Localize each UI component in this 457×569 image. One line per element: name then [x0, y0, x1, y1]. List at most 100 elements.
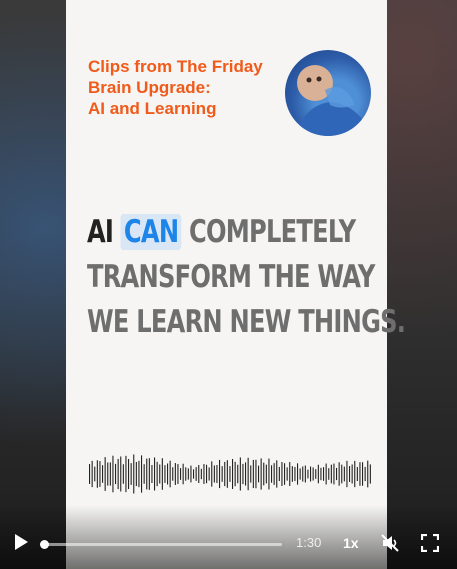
waveform-bar [271, 465, 273, 483]
waveform-bar [294, 466, 296, 482]
waveform-bar [325, 463, 327, 485]
waveform-bar [216, 464, 218, 484]
waveform-bar [109, 462, 111, 486]
waveform-bar [317, 464, 319, 484]
waveform-bar [151, 465, 153, 483]
waveform-bar [234, 461, 236, 487]
caption-line-3: WE LEARN NEW THINGS. [87, 304, 406, 340]
waveform-bar [304, 465, 306, 483]
waveform-bar [330, 464, 332, 484]
waveform-bar [156, 461, 158, 487]
caption-word-highlighted: CAN [120, 214, 182, 250]
waveform-bar [284, 463, 286, 485]
time-display: 1:30 [296, 535, 322, 550]
waveform-bar [364, 466, 366, 482]
waveform-bar [247, 457, 249, 491]
waveform-bar [359, 462, 361, 486]
play-icon[interactable] [12, 533, 30, 551]
waveform-bar [115, 463, 117, 485]
waveform-bar [141, 455, 143, 493]
caption-word: AI [87, 214, 114, 250]
waveform-bar [120, 456, 122, 492]
waveform-bar [104, 457, 106, 491]
waveform-bar [174, 463, 176, 485]
waveform-bar [242, 463, 244, 485]
waveform-bar [219, 459, 221, 489]
waveform-bar [291, 466, 293, 482]
waveform-bar [198, 464, 200, 484]
waveform-bar [245, 462, 247, 486]
waveform-bar [117, 458, 119, 490]
waveform-bar [338, 462, 340, 486]
waveform-bar [138, 460, 140, 488]
caption-word: COMPLETELY [189, 214, 356, 250]
waveform-bar [328, 468, 330, 480]
waveform-bar [169, 460, 171, 488]
waveform-bar [276, 460, 278, 488]
waveform-bar [312, 467, 314, 481]
speaker-avatar [285, 50, 371, 136]
player-controls: 1:30 1x [0, 505, 457, 569]
waveform-bar [185, 467, 187, 481]
waveform-bar [208, 467, 210, 481]
waveform-bar [310, 466, 312, 482]
waveform-bar [146, 458, 148, 490]
mute-icon[interactable] [380, 533, 400, 553]
waveform-bar [94, 466, 96, 482]
waveform-bar [258, 465, 260, 483]
waveform-bar [96, 460, 98, 488]
waveform-bar [182, 463, 184, 485]
waveform-bar [281, 462, 283, 486]
waveform-bar [343, 466, 345, 482]
progress-slider[interactable] [40, 540, 282, 549]
waveform-bar [273, 463, 275, 485]
waveform-bar [289, 462, 291, 486]
waveform-bar [125, 455, 127, 493]
waveform-bar [159, 464, 161, 484]
waveform-bar [143, 464, 145, 484]
waveform-bar [200, 468, 202, 480]
waveform-bar [193, 469, 195, 479]
waveform-bar [333, 463, 335, 485]
waveform-bar [195, 467, 197, 481]
waveform-bar [89, 464, 91, 484]
clip-title-line-3: AI and Learning [88, 99, 217, 118]
caption-line-2: TRANSFORM THE WAY [87, 259, 375, 295]
waveform-bar [315, 469, 317, 479]
waveform-bar [130, 463, 132, 485]
waveform-bar [167, 463, 169, 485]
waveform-bar [307, 469, 309, 479]
waveform-bar [187, 468, 189, 480]
waveform-bar [232, 459, 234, 489]
waveform-bar [356, 466, 358, 482]
waveform-bar [102, 465, 104, 483]
waveform-bar [252, 459, 254, 489]
waveform-bar [161, 458, 163, 490]
waveform-bar [203, 464, 205, 484]
waveform-bar [263, 462, 265, 486]
waveform-bar [190, 465, 192, 483]
waveform-bar [265, 464, 267, 484]
waveform-bar [367, 460, 369, 488]
waveform-bar [164, 465, 166, 483]
video-card: Clips from The Friday Brain Upgrade: AI … [66, 0, 406, 569]
caption-headline: AI CAN COMPLETELY TRANSFORM THE WAY WE L… [87, 210, 406, 345]
playback-speed-button[interactable]: 1x [343, 535, 359, 551]
fullscreen-icon[interactable] [421, 534, 439, 552]
waveform-bar [91, 460, 93, 488]
waveform-bar [122, 464, 124, 484]
waveform-bar [354, 460, 356, 488]
progress-knob[interactable] [40, 540, 49, 549]
waveform-bar [112, 455, 114, 493]
audio-waveform [89, 454, 371, 494]
waveform-bar [128, 458, 130, 490]
waveform-bar [135, 461, 137, 487]
waveform-bar [369, 464, 371, 484]
waveform-bar [278, 466, 280, 482]
waveform-bar [362, 462, 364, 486]
waveform-bar [341, 464, 343, 484]
waveform-bar [211, 461, 213, 487]
waveform-bar [255, 459, 257, 489]
waveform-bar [221, 466, 223, 482]
waveform-bar [336, 467, 338, 481]
